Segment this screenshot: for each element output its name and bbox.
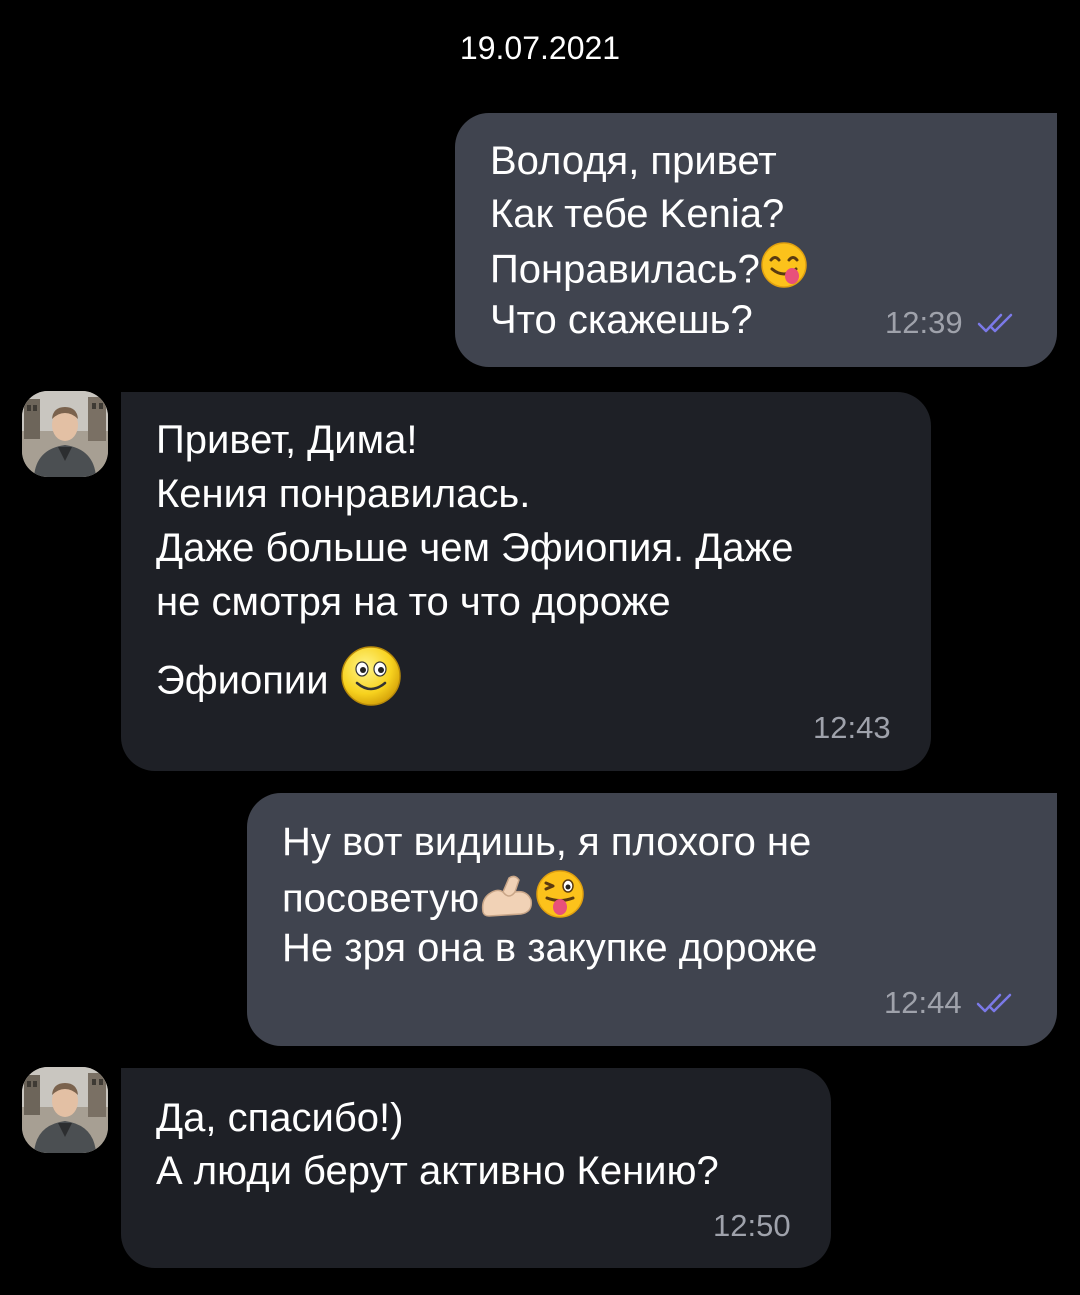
face-savoring-food-emoji (760, 241, 808, 303)
message-line-text: посоветую (282, 876, 480, 921)
message-line: Не зря она в закупке дороже (282, 926, 818, 970)
outgoing-message-bubble[interactable]: Володя, привет Как тебе Kenia? Понравила… (455, 113, 1057, 367)
double-check-icon (976, 993, 1011, 1013)
message-line: Эфиопии (156, 645, 402, 721)
message-time: 12:39 (885, 305, 963, 340)
message-line-text: Понравилась? (490, 247, 760, 292)
contact-avatar[interactable] (22, 391, 108, 477)
incoming-message-bubble[interactable]: Привет, Дима! Кения понравилась. Даже бо… (121, 392, 931, 771)
message-meta: 12:43 (813, 710, 891, 746)
message-meta: 12:39 (885, 305, 1015, 341)
message-meta: 12:50 (713, 1208, 791, 1244)
message-line-text: Эфиопии (156, 658, 329, 703)
message-time: 12:43 (813, 710, 891, 745)
message-line: Даже больше чем Эфиопия. Даже (156, 526, 794, 570)
message-time: 12:44 (884, 985, 962, 1020)
message-line: Что скажешь? (490, 298, 753, 342)
message-line: не смотря на то что дороже (156, 580, 671, 624)
message-line: Ну вот видишь, я плохого не (282, 820, 812, 864)
date-separator: 19.07.2021 (459, 30, 621, 66)
smiling-face-emoji (340, 645, 402, 721)
message-line: Кения понравилась. (156, 472, 531, 516)
message-line: Да, спасибо!) (156, 1096, 404, 1140)
contact-avatar[interactable] (22, 1067, 108, 1153)
message-line: Володя, привет (490, 139, 777, 183)
chat-screen: 19.07.2021 Володя, привет Как тебе Kenia… (0, 0, 1080, 1295)
message-line: Как тебе Kenia? (490, 192, 785, 236)
incoming-message-bubble[interactable]: Да, спасибо!) А люди берут активно Кению… (121, 1068, 831, 1268)
double-check-icon (977, 313, 1012, 333)
message-meta: 12:44 (884, 985, 1014, 1021)
outgoing-message-bubble[interactable]: Ну вот видишь, я плохого не посоветую Не… (247, 793, 1057, 1046)
message-line: А люди берут активно Кению? (156, 1149, 719, 1193)
message-time: 12:50 (713, 1208, 791, 1243)
message-line: Привет, Дима! (156, 418, 418, 462)
